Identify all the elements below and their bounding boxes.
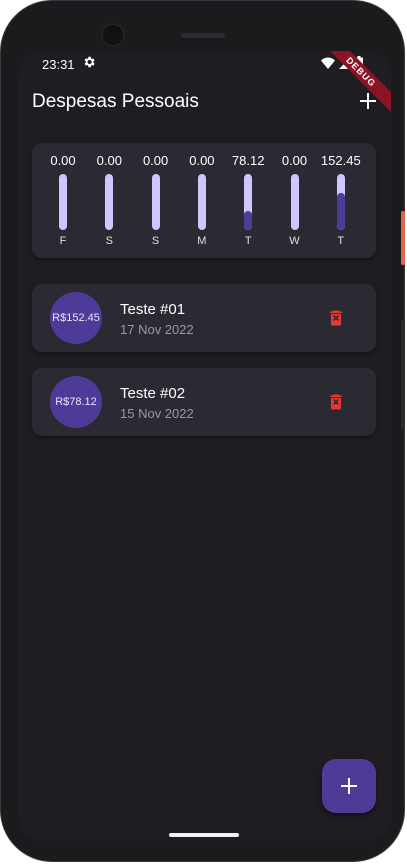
chart-day-label: T [244, 235, 252, 247]
transaction-title: Teste #01 [120, 301, 186, 318]
chart-bar-column: 0.00 F [40, 143, 86, 258]
chart-day-label: W [289, 235, 300, 247]
transaction-date: 17 Nov 2022 [120, 322, 194, 337]
app-screen: 23:31 DEBUG Despesas Pessoais 0.00 F 0.00 S… [18, 51, 391, 841]
chart-bar-column: 0.00 S [86, 143, 132, 258]
chart-bar-track [244, 174, 253, 230]
wifi-icon [321, 57, 335, 69]
chart-day-label: S [151, 235, 160, 247]
amount-avatar: R$78.12 [50, 376, 102, 428]
gesture-nav-bar[interactable] [169, 833, 239, 837]
chart-value-label: 0.00 [96, 153, 122, 168]
chart-bar-column: 0.00 W [272, 143, 318, 258]
chart-value-label: 0.00 [142, 153, 169, 168]
chart-day-label: F [59, 235, 67, 247]
chart-bar-track [336, 174, 345, 230]
trash-icon[interactable] [326, 308, 346, 328]
chart-bar [244, 211, 253, 230]
volume-button [401, 319, 405, 429]
chart-bar-column: 0.00 S [133, 143, 179, 258]
chart-bar-column: 152.45 T [318, 143, 364, 258]
chart-value-label: 0.00 [50, 153, 76, 168]
chart-bar-track [105, 174, 114, 230]
front-camera [103, 25, 123, 45]
status-time: 23:31 [42, 57, 75, 72]
chart-bar-track [151, 174, 160, 230]
gear-icon [84, 56, 95, 68]
transaction-title: Teste #02 [120, 385, 186, 402]
add-expense-button[interactable] [356, 89, 380, 113]
chart-value-label: 78.12 [231, 153, 265, 168]
chart-day-label: S [105, 235, 113, 247]
chart-value-label: 0.00 [189, 153, 215, 168]
chart-day-label: M [197, 235, 207, 247]
chart-value-label: 0.00 [281, 153, 308, 168]
weekly-chart: 0.00 F 0.00 S 0.00 S 0.00 M 78.12 T 0.00 W 152.45 T [32, 143, 376, 258]
chart-bar-column: 78.12 T [225, 143, 271, 258]
transaction-date: 15 Nov 2022 [120, 406, 194, 421]
chart-bar [336, 192, 345, 230]
transaction-card: R$78.12 Teste #02 15 Nov 2022 [32, 368, 376, 436]
chart-day-label: T [337, 235, 345, 247]
earpiece-speaker [181, 33, 225, 38]
chart-bar-track [290, 174, 299, 230]
add-transaction-fab[interactable] [322, 759, 376, 813]
chart-bar-column: 0.00 M [179, 143, 225, 258]
power-button [401, 211, 405, 265]
chart-bar-track [197, 174, 206, 230]
amount-avatar: R$152.45 [50, 292, 102, 344]
chart-value-label: 152.45 [320, 153, 361, 168]
chart-bar-track [59, 174, 67, 230]
trash-icon[interactable] [326, 392, 346, 412]
transaction-card: R$152.45 Teste #01 17 Nov 2022 [32, 284, 376, 352]
page-title: Despesas Pessoais [32, 91, 199, 112]
phone-frame: 23:31 DEBUG Despesas Pessoais 0.00 F 0.00 S… [0, 0, 405, 862]
